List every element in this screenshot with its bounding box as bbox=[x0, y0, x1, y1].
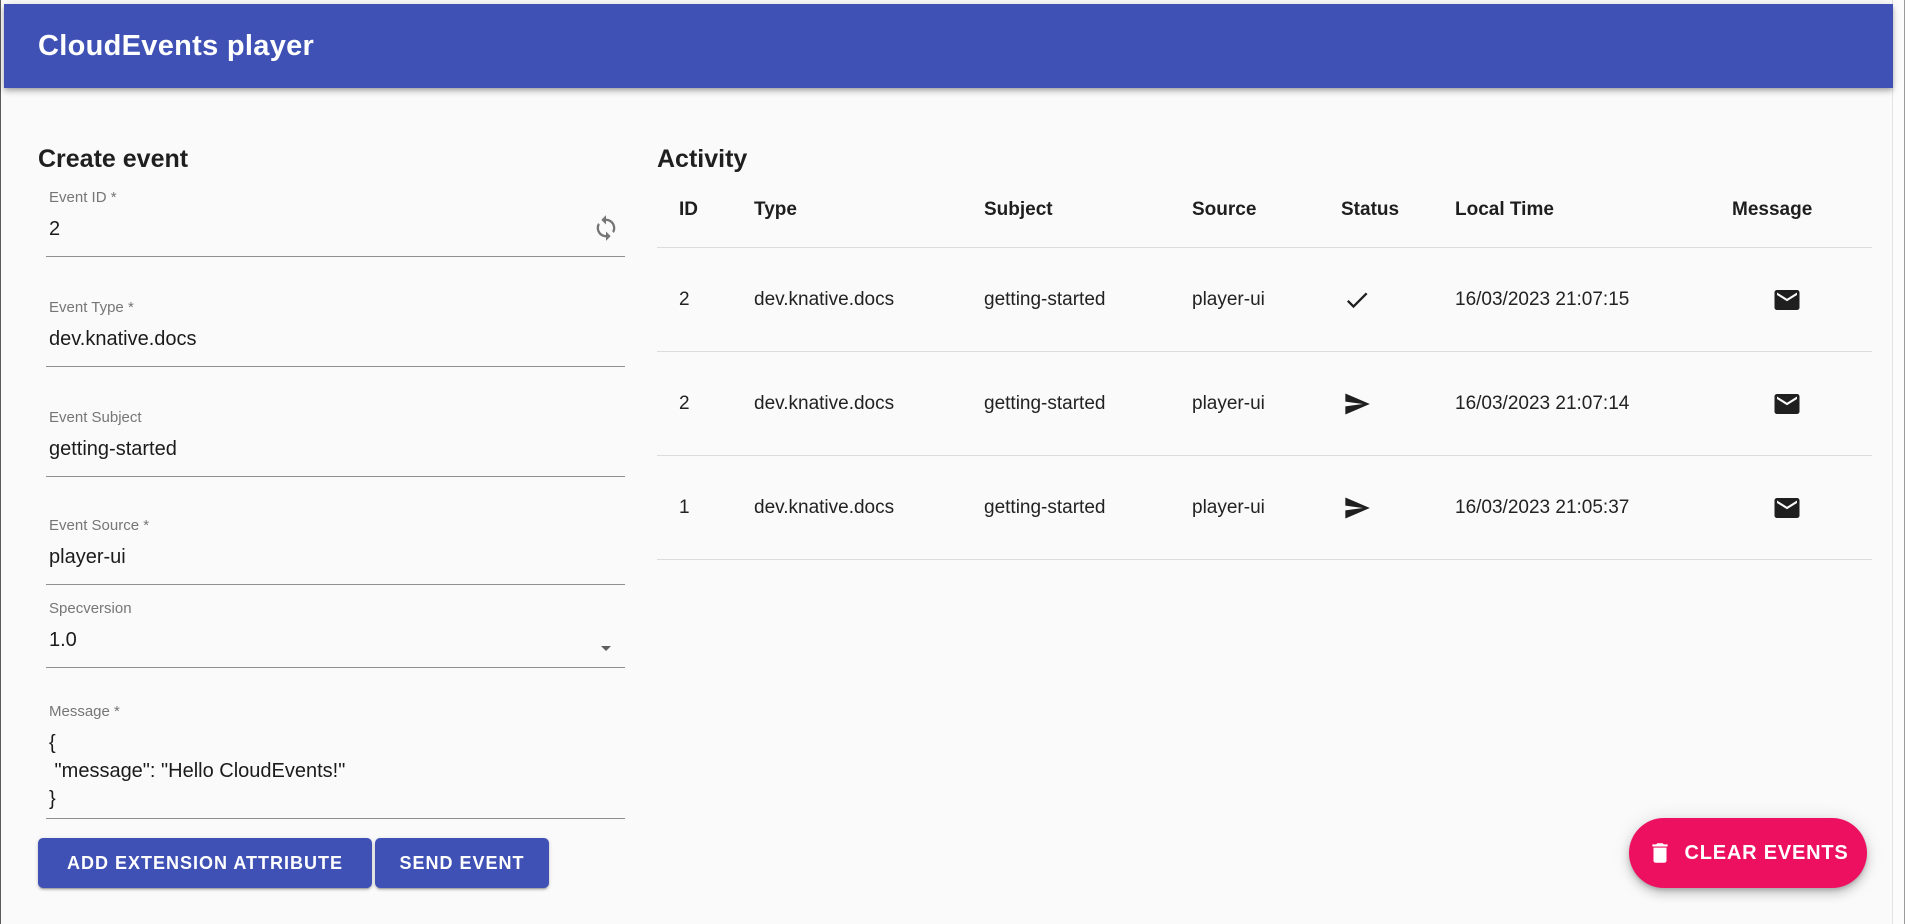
activity-heading: Activity bbox=[657, 145, 747, 174]
send-event-button[interactable]: SEND EVENT bbox=[375, 838, 549, 888]
create-event-heading: Create event bbox=[38, 145, 188, 174]
col-header-message: Message bbox=[1732, 190, 1872, 221]
col-header-local-time: Local Time bbox=[1455, 190, 1732, 221]
cell-type: dev.knative.docs bbox=[754, 393, 984, 415]
table-row[interactable]: 2 dev.knative.docs getting-started playe… bbox=[657, 352, 1872, 456]
event-id-field[interactable]: Event ID * 2 bbox=[46, 183, 625, 257]
trash-icon bbox=[1647, 840, 1673, 866]
event-id-label: Event ID * bbox=[46, 189, 625, 207]
dropdown-arrow-icon[interactable] bbox=[594, 636, 618, 660]
sync-icon[interactable] bbox=[592, 214, 620, 242]
cell-source: player-ui bbox=[1192, 289, 1341, 311]
col-header-id: ID bbox=[679, 190, 754, 221]
message-label: Message * bbox=[46, 703, 625, 721]
cell-source: player-ui bbox=[1192, 497, 1341, 519]
email-icon[interactable] bbox=[1772, 389, 1802, 419]
status-cell bbox=[1341, 494, 1455, 522]
col-header-subject: Subject bbox=[984, 190, 1192, 221]
add-extension-attribute-button[interactable]: ADD EXTENSION ATTRIBUTE bbox=[38, 838, 372, 888]
status-cell bbox=[1341, 390, 1455, 418]
clear-events-label: CLEAR EVENTS bbox=[1684, 842, 1848, 865]
col-header-type: Type bbox=[754, 190, 984, 221]
event-subject-field[interactable]: Event Subject getting-started bbox=[46, 403, 625, 477]
specversion-label: Specversion bbox=[46, 600, 625, 618]
event-source-value[interactable]: player-ui bbox=[46, 545, 625, 569]
app-title: CloudEvents player bbox=[38, 30, 314, 63]
cell-subject: getting-started bbox=[984, 289, 1192, 311]
cell-local-time: 16/03/2023 21:07:14 bbox=[1455, 393, 1732, 415]
event-type-label: Event Type * bbox=[46, 299, 625, 317]
table-row[interactable]: 1 dev.knative.docs getting-started playe… bbox=[657, 456, 1872, 560]
cell-id: 2 bbox=[679, 393, 754, 415]
cell-subject: getting-started bbox=[984, 393, 1192, 415]
col-header-status: Status bbox=[1341, 190, 1455, 221]
activity-table-header: ID Type Subject Source Status Local Time… bbox=[657, 190, 1872, 248]
status-cell bbox=[1341, 286, 1455, 314]
window-left-edge bbox=[0, 0, 1, 924]
event-type-value[interactable]: dev.knative.docs bbox=[46, 327, 625, 351]
message-cell[interactable] bbox=[1732, 285, 1872, 315]
check-icon bbox=[1343, 286, 1371, 314]
vertical-scrollbar[interactable] bbox=[1892, 0, 1904, 924]
cell-subject: getting-started bbox=[984, 497, 1192, 519]
col-header-source: Source bbox=[1192, 190, 1341, 221]
activity-table: ID Type Subject Source Status Local Time… bbox=[657, 190, 1872, 560]
cell-type: dev.knative.docs bbox=[754, 289, 984, 311]
event-type-field[interactable]: Event Type * dev.knative.docs bbox=[46, 293, 625, 367]
cell-source: player-ui bbox=[1192, 393, 1341, 415]
cell-id: 1 bbox=[679, 497, 754, 519]
message-value[interactable]: { "message": "Hello CloudEvents!" } bbox=[46, 729, 625, 813]
message-cell[interactable] bbox=[1732, 389, 1872, 419]
cell-type: dev.knative.docs bbox=[754, 497, 984, 519]
cell-local-time: 16/03/2023 21:05:37 bbox=[1455, 497, 1732, 519]
table-row[interactable]: 2 dev.knative.docs getting-started playe… bbox=[657, 248, 1872, 352]
event-subject-label: Event Subject bbox=[46, 409, 625, 427]
message-cell[interactable] bbox=[1732, 493, 1872, 523]
clear-events-button[interactable]: CLEAR EVENTS bbox=[1629, 818, 1867, 888]
app-bar: CloudEvents player bbox=[4, 4, 1893, 88]
cell-id: 2 bbox=[679, 289, 754, 311]
cloudevents-player-page: CloudEvents player Create event Event ID… bbox=[0, 0, 1905, 924]
event-source-label: Event Source * bbox=[46, 517, 625, 535]
email-icon[interactable] bbox=[1772, 493, 1802, 523]
specversion-select[interactable]: Specversion 1.0 bbox=[46, 594, 625, 668]
event-subject-value[interactable]: getting-started bbox=[46, 437, 625, 461]
cell-local-time: 16/03/2023 21:07:15 bbox=[1455, 289, 1732, 311]
email-icon[interactable] bbox=[1772, 285, 1802, 315]
message-field[interactable]: Message * { "message": "Hello CloudEvent… bbox=[46, 697, 625, 819]
send-icon bbox=[1343, 390, 1371, 418]
specversion-value[interactable]: 1.0 bbox=[46, 628, 625, 652]
send-icon bbox=[1343, 494, 1371, 522]
event-id-value[interactable]: 2 bbox=[46, 217, 625, 241]
event-source-field[interactable]: Event Source * player-ui bbox=[46, 511, 625, 585]
